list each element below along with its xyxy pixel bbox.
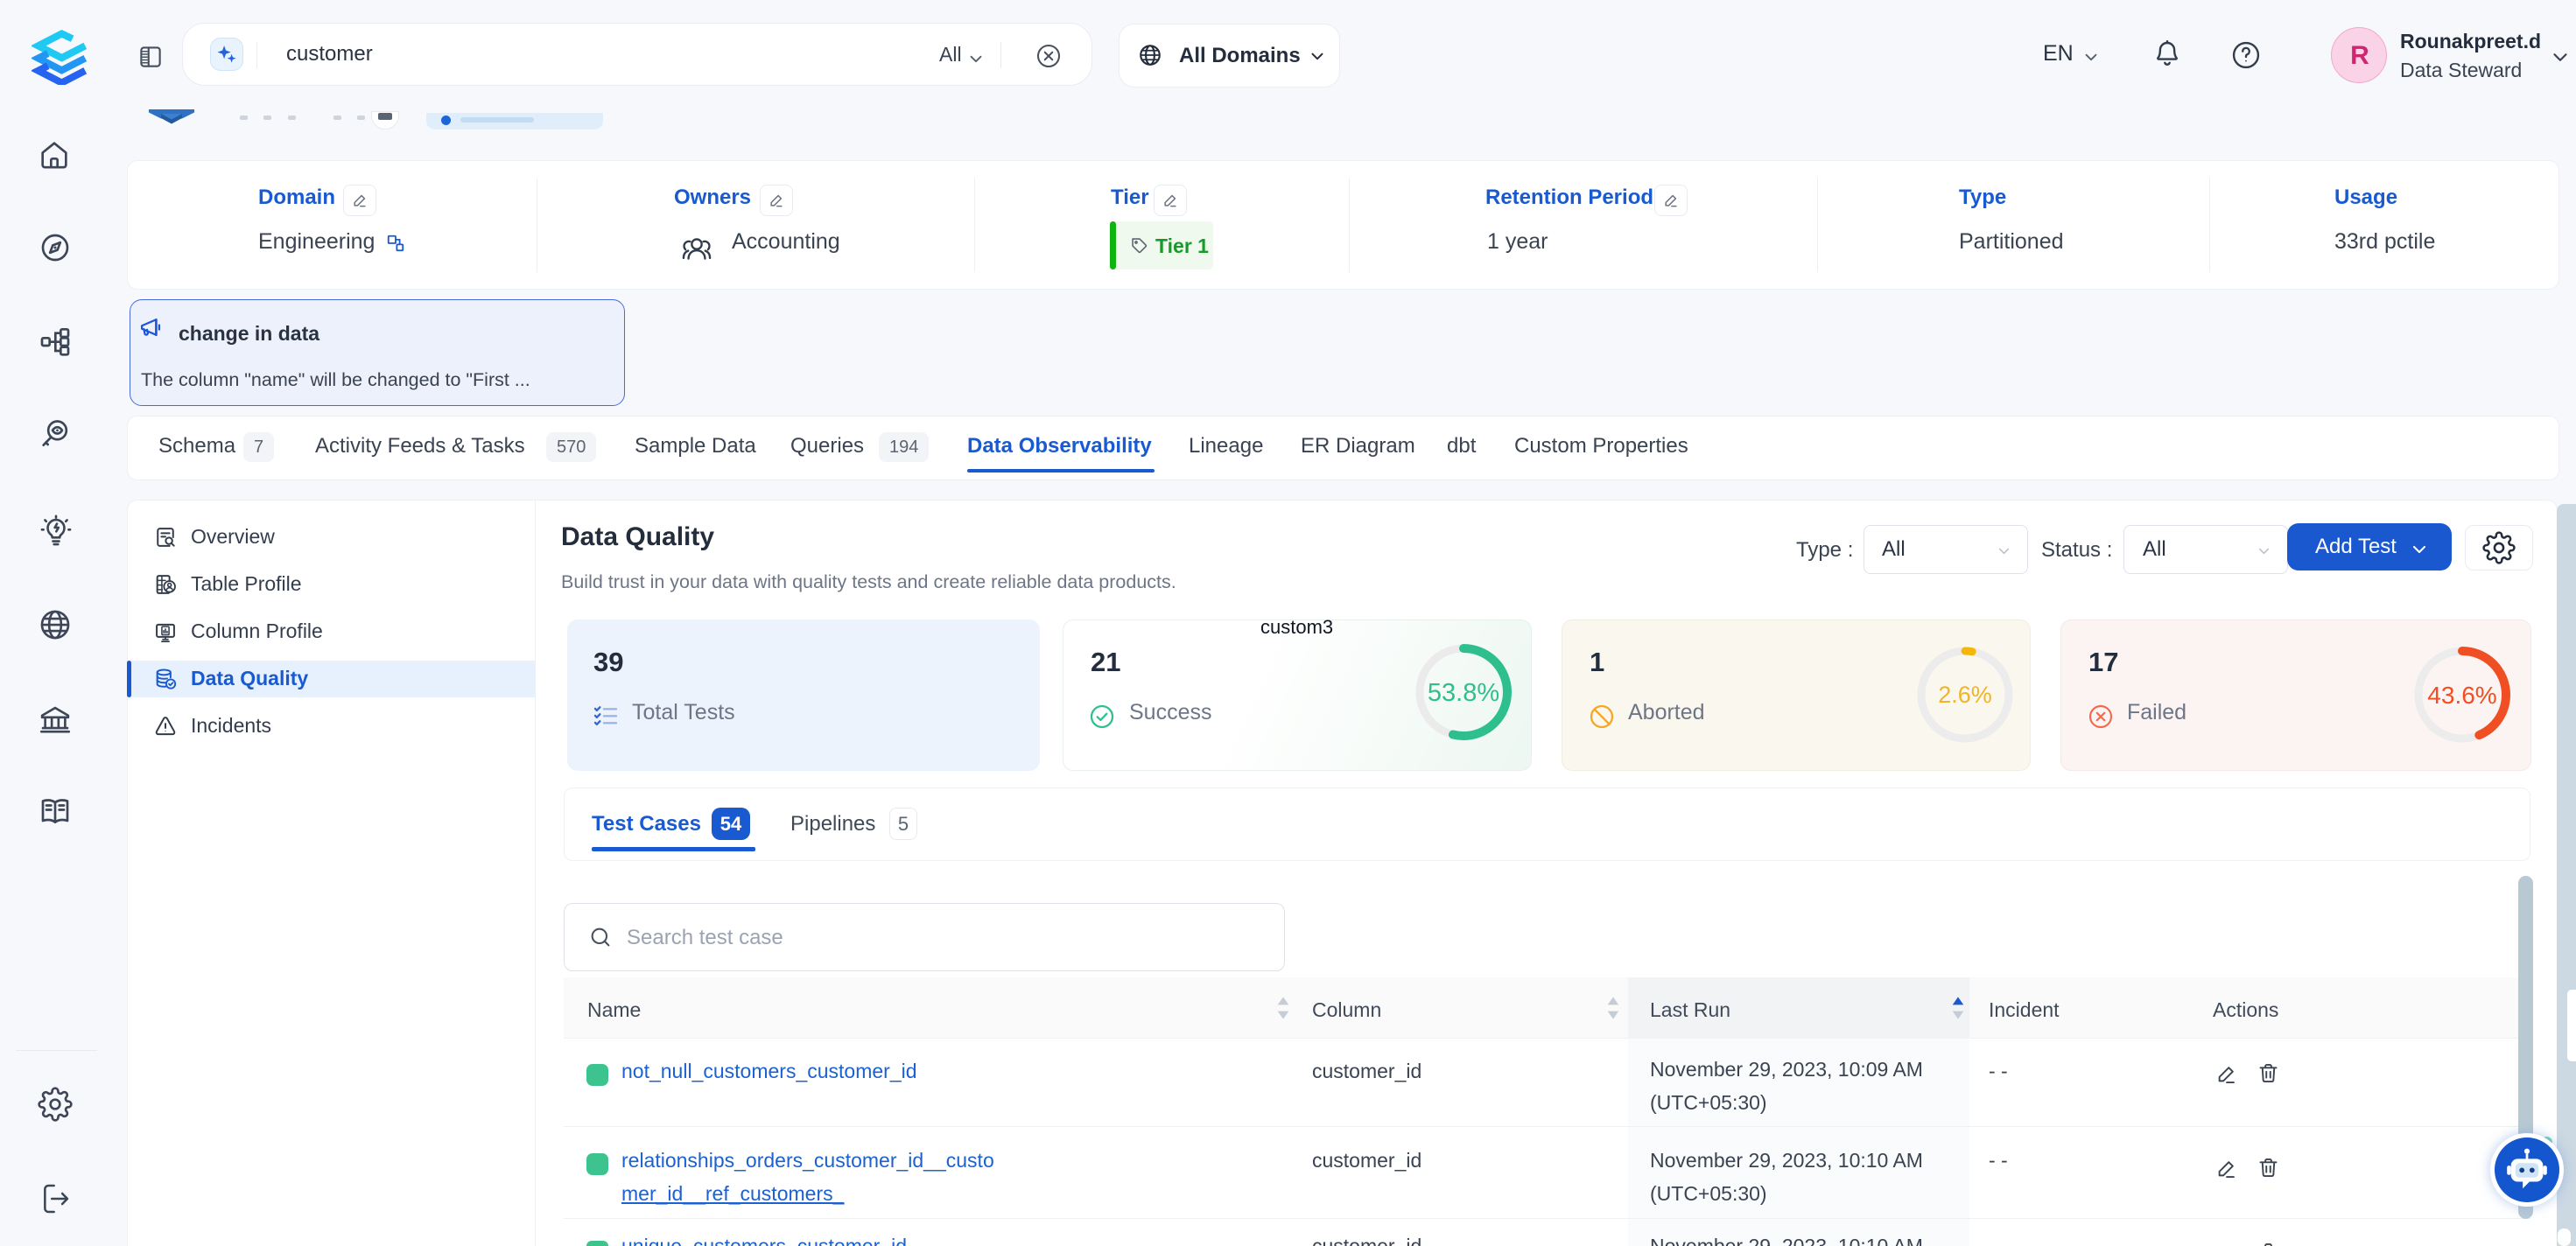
svg-text:2.6%: 2.6% [1938, 682, 1992, 708]
svg-text:53.8%: 53.8% [1428, 679, 1499, 707]
svg-text:43.6%: 43.6% [2427, 682, 2496, 709]
